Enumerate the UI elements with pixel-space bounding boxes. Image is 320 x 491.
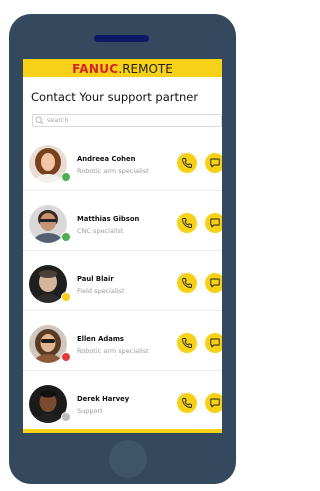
contact-row[interactable]: Derek Harvey Support [23, 380, 222, 433]
contact-role: Robotic arm specialist [77, 167, 149, 175]
contact-role: CNC specialist [77, 227, 124, 235]
chat-bubble-icon [210, 278, 220, 288]
search-placeholder: search [47, 116, 69, 124]
divider [23, 190, 222, 191]
contact-name: Derek Harvey [77, 395, 130, 403]
chat-bubble-icon [210, 398, 220, 408]
status-indicator-online [61, 172, 71, 182]
phone-icon [182, 278, 192, 288]
contact-name: Ellen Adams [77, 335, 124, 343]
contact-row[interactable]: Paul Blair Field specialist [23, 260, 222, 320]
contact-row[interactable]: Ellen Adams Robotic arm specialist [23, 320, 222, 380]
bottom-accent-bar [23, 429, 222, 433]
contact-role: Support [77, 407, 103, 415]
chat-button[interactable] [205, 273, 222, 293]
app-screen: FANUC.REMOTE Contact Your support partne… [23, 59, 222, 433]
brand-header: FANUC.REMOTE [23, 59, 222, 77]
call-button[interactable] [177, 213, 197, 233]
divider [23, 250, 222, 251]
brand-logo-remote: .REMOTE [118, 62, 173, 76]
contact-name: Matthias Gibson [77, 215, 140, 223]
phone-icon [182, 158, 192, 168]
contact-role: Robotic arm specialist [77, 347, 149, 355]
status-indicator-online [61, 232, 71, 242]
status-indicator-busy [61, 352, 71, 362]
chat-button[interactable] [205, 153, 222, 173]
phone-icon [182, 338, 192, 348]
call-button[interactable] [177, 333, 197, 353]
search-icon [35, 116, 44, 125]
chat-bubble-icon [210, 218, 220, 228]
contact-name: Paul Blair [77, 275, 114, 283]
status-indicator-offline [61, 412, 71, 422]
call-button[interactable] [177, 153, 197, 173]
call-button[interactable] [177, 273, 197, 293]
chat-button[interactable] [205, 213, 222, 233]
phone-speaker [94, 35, 149, 42]
divider [23, 370, 222, 371]
divider [23, 310, 222, 311]
status-indicator-away [61, 292, 71, 302]
contact-row[interactable]: Andreea Cohen Robotic arm specialist [23, 140, 222, 200]
phone-icon [182, 398, 192, 408]
phone-home-button[interactable] [109, 440, 147, 478]
search-input[interactable]: search [32, 114, 222, 127]
chat-bubble-icon [210, 338, 220, 348]
chat-button[interactable] [205, 333, 222, 353]
page-title: Contact Your support partner [31, 90, 199, 104]
brand-logo-fanuc: FANUC [72, 62, 119, 76]
chat-bubble-icon [210, 158, 220, 168]
contact-role: Field specialist [77, 287, 125, 295]
chat-button[interactable] [205, 393, 222, 413]
contact-name: Andreea Cohen [77, 155, 136, 163]
phone-icon [182, 218, 192, 228]
contact-row[interactable]: Matthias Gibson CNC specialist [23, 200, 222, 260]
call-button[interactable] [177, 393, 197, 413]
